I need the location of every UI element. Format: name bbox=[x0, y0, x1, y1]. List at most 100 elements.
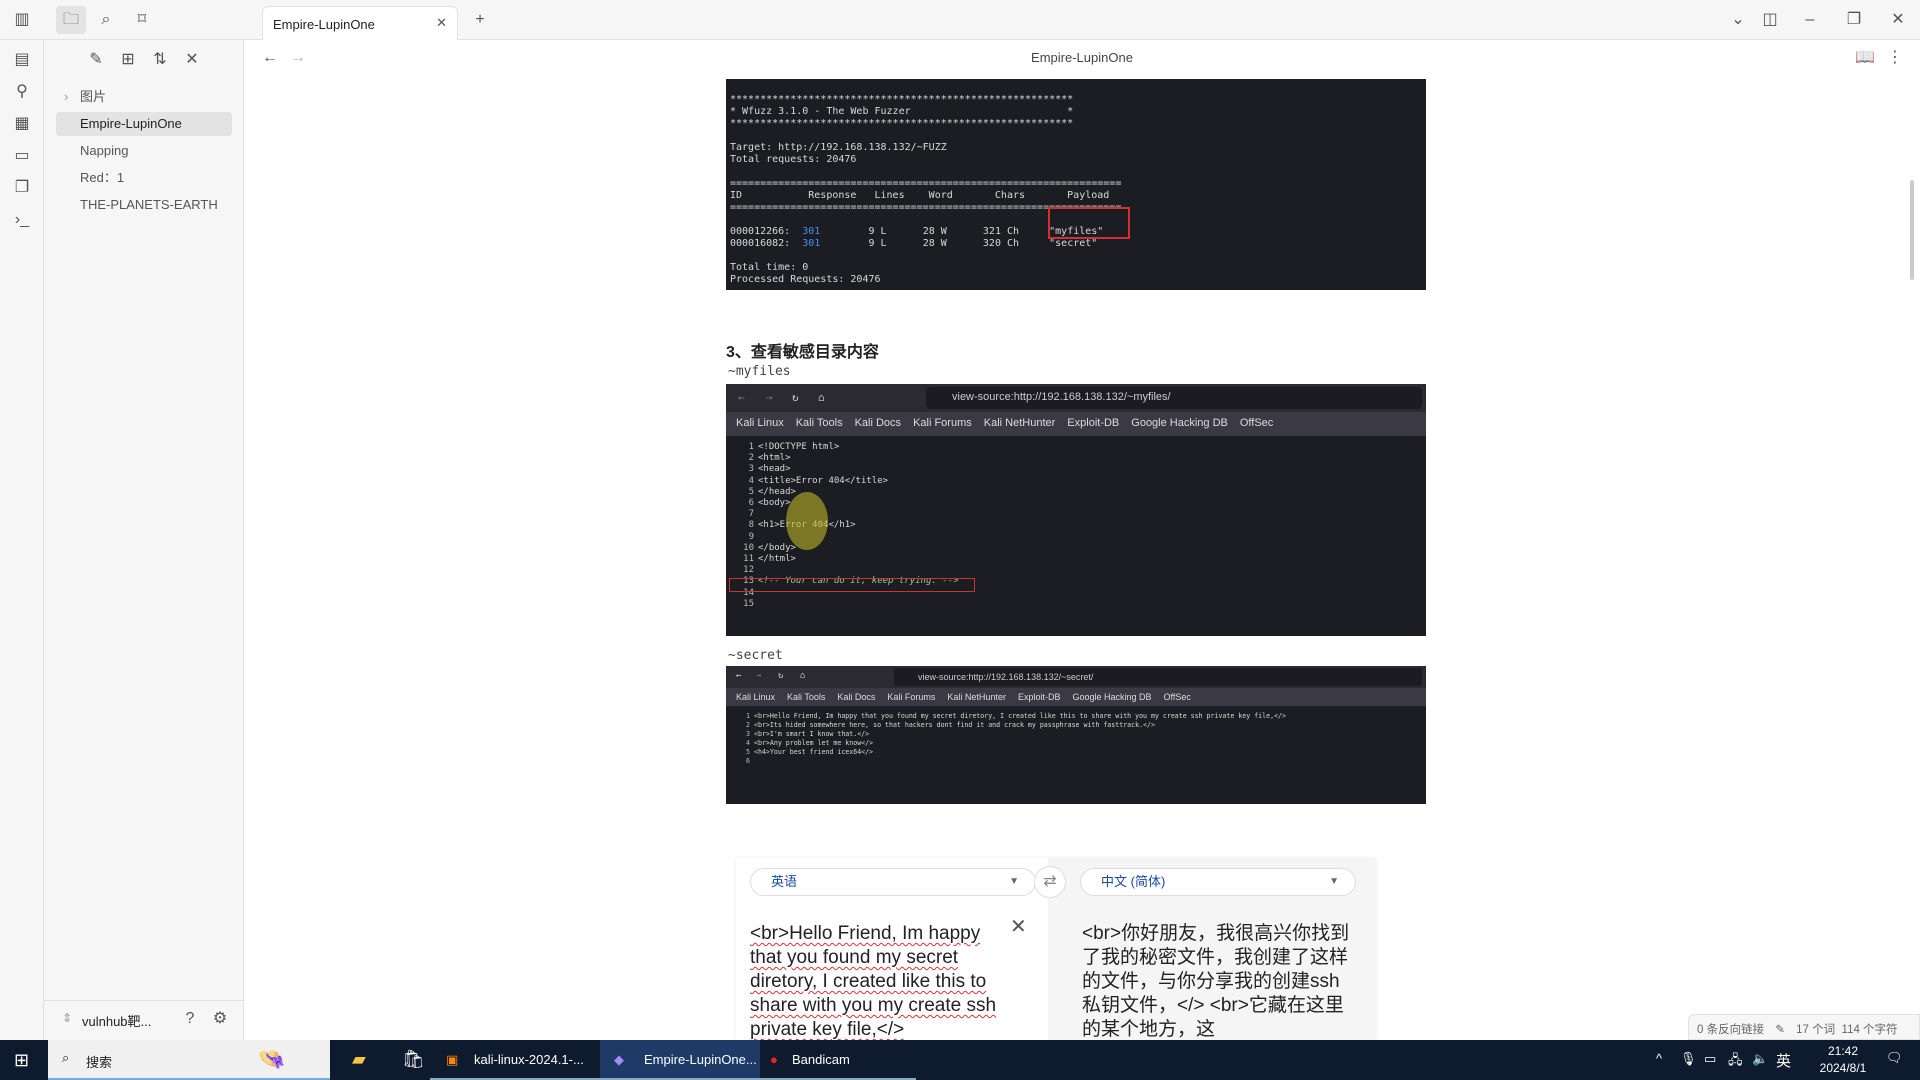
text bbox=[730, 250, 1422, 262]
back-icon[interactable]: ← bbox=[260, 48, 280, 68]
char-count: 114 个字符 bbox=[1841, 1024, 1898, 1036]
close-tab-icon[interactable]: ✕ bbox=[436, 15, 447, 31]
calendar-icon[interactable]: ▭ bbox=[12, 146, 32, 166]
start-icon[interactable]: ⊞ bbox=[14, 1050, 29, 1071]
show-hidden-icon[interactable]: ^ bbox=[1656, 1051, 1662, 1066]
minimize-icon[interactable]: – bbox=[1800, 10, 1820, 30]
forward-icon[interactable]: → bbox=[288, 48, 308, 68]
back-icon: ← bbox=[738, 391, 745, 404]
file-explorer-icon[interactable]: ▰ bbox=[352, 1049, 366, 1070]
tab-empire-lupinone[interactable]: Empire-LupinOne ✕ bbox=[262, 6, 458, 40]
store-icon[interactable]: 🛍 bbox=[402, 1049, 425, 1070]
line-text: <!DOCTYPE html> bbox=[758, 442, 840, 452]
line-number: 9 bbox=[748, 531, 754, 542]
close-window-icon[interactable]: ✕ bbox=[1888, 10, 1908, 30]
tree-folder-images[interactable]: › 图片 bbox=[56, 85, 232, 109]
edit-mode-icon[interactable]: ✎ bbox=[1775, 1024, 1785, 1036]
right-sidebar-icon[interactable]: ◫ bbox=[1760, 10, 1780, 30]
code-line: 2 <html> bbox=[738, 453, 1426, 464]
line-number: 1 bbox=[746, 712, 750, 720]
taskbar-app-vmware[interactable]: ▣ kali-linux-2024.1-... bbox=[430, 1040, 600, 1080]
swap-languages-button[interactable]: ⇄ bbox=[1034, 866, 1066, 898]
vault-switch-icon[interactable]: ⇕ bbox=[62, 1011, 72, 1025]
chevron-down-icon: ▼ bbox=[1329, 876, 1339, 887]
file-explorer-icon[interactable]: 🗀 bbox=[56, 6, 86, 34]
text: OffSec bbox=[1239, 417, 1274, 429]
text: 301 bbox=[802, 226, 821, 237]
search-box[interactable]: ⌕ 搜索 👒 bbox=[48, 1040, 330, 1080]
scrollbar[interactable] bbox=[1910, 180, 1914, 280]
chevron-right-icon: › bbox=[64, 89, 69, 104]
home-icon: ⌂ bbox=[800, 671, 806, 681]
volume-icon[interactable]: 🔈 bbox=[1752, 1051, 1768, 1067]
target-language-select[interactable]: 中文 (简体) ▼ bbox=[1080, 868, 1356, 896]
more-options-icon[interactable]: ⋮ bbox=[1885, 48, 1905, 68]
help-icon[interactable]: ? bbox=[180, 1009, 200, 1029]
quick-switch-icon[interactable]: ▤ bbox=[12, 50, 32, 70]
microphone-icon[interactable]: 🎙 bbox=[1680, 1051, 1697, 1067]
line-number: 8 bbox=[748, 520, 754, 531]
code-line: 9 bbox=[738, 532, 1426, 543]
text: Exploit-DB bbox=[1017, 692, 1061, 702]
line-number: 4 bbox=[748, 475, 754, 486]
graph-icon[interactable]: ⚲ bbox=[12, 82, 32, 102]
terminal-icon[interactable]: ›_ bbox=[12, 210, 32, 230]
term-line: Target: http://192.168.138.132/~FUZZ bbox=[730, 142, 947, 153]
text: 中文 (简体) bbox=[1101, 874, 1166, 889]
line-text: <body> bbox=[758, 498, 791, 509]
code-line: 1 <br>Hello Friend, Im happy that you fou… bbox=[734, 712, 1426, 721]
line-text: </head> bbox=[758, 486, 796, 497]
text bbox=[730, 130, 1422, 142]
browser-toolbar: ← → ↻ ⌂ view-source:http://192.168.138.132/… bbox=[726, 666, 1426, 688]
clock[interactable]: 21:42 2024/8/1 bbox=[1808, 1043, 1878, 1077]
text: 28 W bbox=[922, 238, 947, 249]
new-note-icon[interactable]: ✎ bbox=[86, 50, 106, 70]
bookmark-icon[interactable]: ⌑ bbox=[132, 10, 152, 30]
bookmarks-bar: Kali Linux Kali Tools Kali Docs Kali Forums… bbox=[726, 688, 1426, 706]
source-language-select[interactable]: 英语 ▼ bbox=[750, 868, 1036, 896]
tree-item-empire-lupinone[interactable]: Empire-LupinOne bbox=[56, 112, 232, 136]
search-icon[interactable]: ⌕ bbox=[96, 10, 116, 30]
clear-text-icon[interactable]: ✕ bbox=[1010, 914, 1027, 939]
notifications-icon[interactable]: 🗨 bbox=[1886, 1050, 1903, 1066]
source-text[interactable]: <br>Hello Friend, Im happy that you foun… bbox=[750, 922, 1010, 1040]
line-text: <br>I'm smart I know that.</> bbox=[754, 730, 870, 738]
network-icon[interactable]: 🖧 bbox=[1728, 1051, 1743, 1073]
new-tab-icon[interactable]: + bbox=[470, 10, 490, 30]
vault-name[interactable]: vulnhub靶... bbox=[82, 1011, 151, 1030]
secret-screenshot: ← → ↻ ⌂ view-source:http://192.168.138.132/… bbox=[726, 666, 1426, 804]
word-count: 17 个词 bbox=[1796, 1024, 1836, 1036]
line-number: 11 bbox=[743, 554, 754, 565]
line-number: 1 bbox=[748, 442, 754, 452]
ime-indicator[interactable]: 英 bbox=[1776, 1050, 1791, 1071]
battery-icon[interactable]: ▭ bbox=[1704, 1051, 1716, 1067]
section-heading: 3、查看敏感目录内容 bbox=[726, 344, 879, 361]
tab-list-icon[interactable]: ⌄ bbox=[1728, 10, 1748, 30]
text: "secret" bbox=[1049, 238, 1098, 249]
restore-icon[interactable]: ❐ bbox=[1844, 10, 1864, 30]
text: Kali Docs bbox=[837, 692, 876, 702]
sidebar-header: ▥ 🗀 ⌕ ⌑ bbox=[0, 0, 244, 40]
pages-icon[interactable]: ❐ bbox=[12, 178, 32, 198]
text: 301 bbox=[802, 238, 821, 249]
canvas-icon[interactable]: ▦ bbox=[12, 114, 32, 134]
line-text: <head> bbox=[758, 464, 791, 475]
term-line: Total requests: 20476 bbox=[730, 154, 857, 165]
reading-view-icon[interactable]: 📖 bbox=[1855, 48, 1875, 68]
toggle-sidebar-icon[interactable]: ▥ bbox=[12, 10, 32, 30]
sort-icon[interactable]: ⇅ bbox=[150, 50, 170, 70]
tree-item-napping[interactable]: Napping bbox=[56, 139, 232, 163]
taskbar-app-obsidian[interactable]: ◆ Empire-LupinOne... bbox=[600, 1040, 760, 1080]
collapse-all-icon[interactable]: ✕ bbox=[182, 50, 202, 70]
code-line: 15 bbox=[738, 599, 1426, 610]
tree-item-planets-earth[interactable]: THE-PLANETS-EARTH bbox=[56, 193, 232, 217]
backlinks-count[interactable]: 0 条反向链接 bbox=[1697, 1024, 1764, 1036]
back-icon: ← bbox=[736, 671, 742, 681]
taskbar-app-bandicam[interactable]: ● Bandicam bbox=[760, 1040, 916, 1080]
tree-item-red[interactable]: Red：1 bbox=[56, 166, 232, 190]
new-folder-icon[interactable]: ⊞ bbox=[118, 50, 138, 70]
code-line: 2 <br>Its hided somewhere here, so that h… bbox=[734, 721, 1426, 730]
myfiles-label: ~myfiles bbox=[728, 364, 791, 379]
secret-label: ~secret bbox=[728, 648, 783, 663]
settings-icon[interactable]: ⚙ bbox=[210, 1009, 230, 1029]
